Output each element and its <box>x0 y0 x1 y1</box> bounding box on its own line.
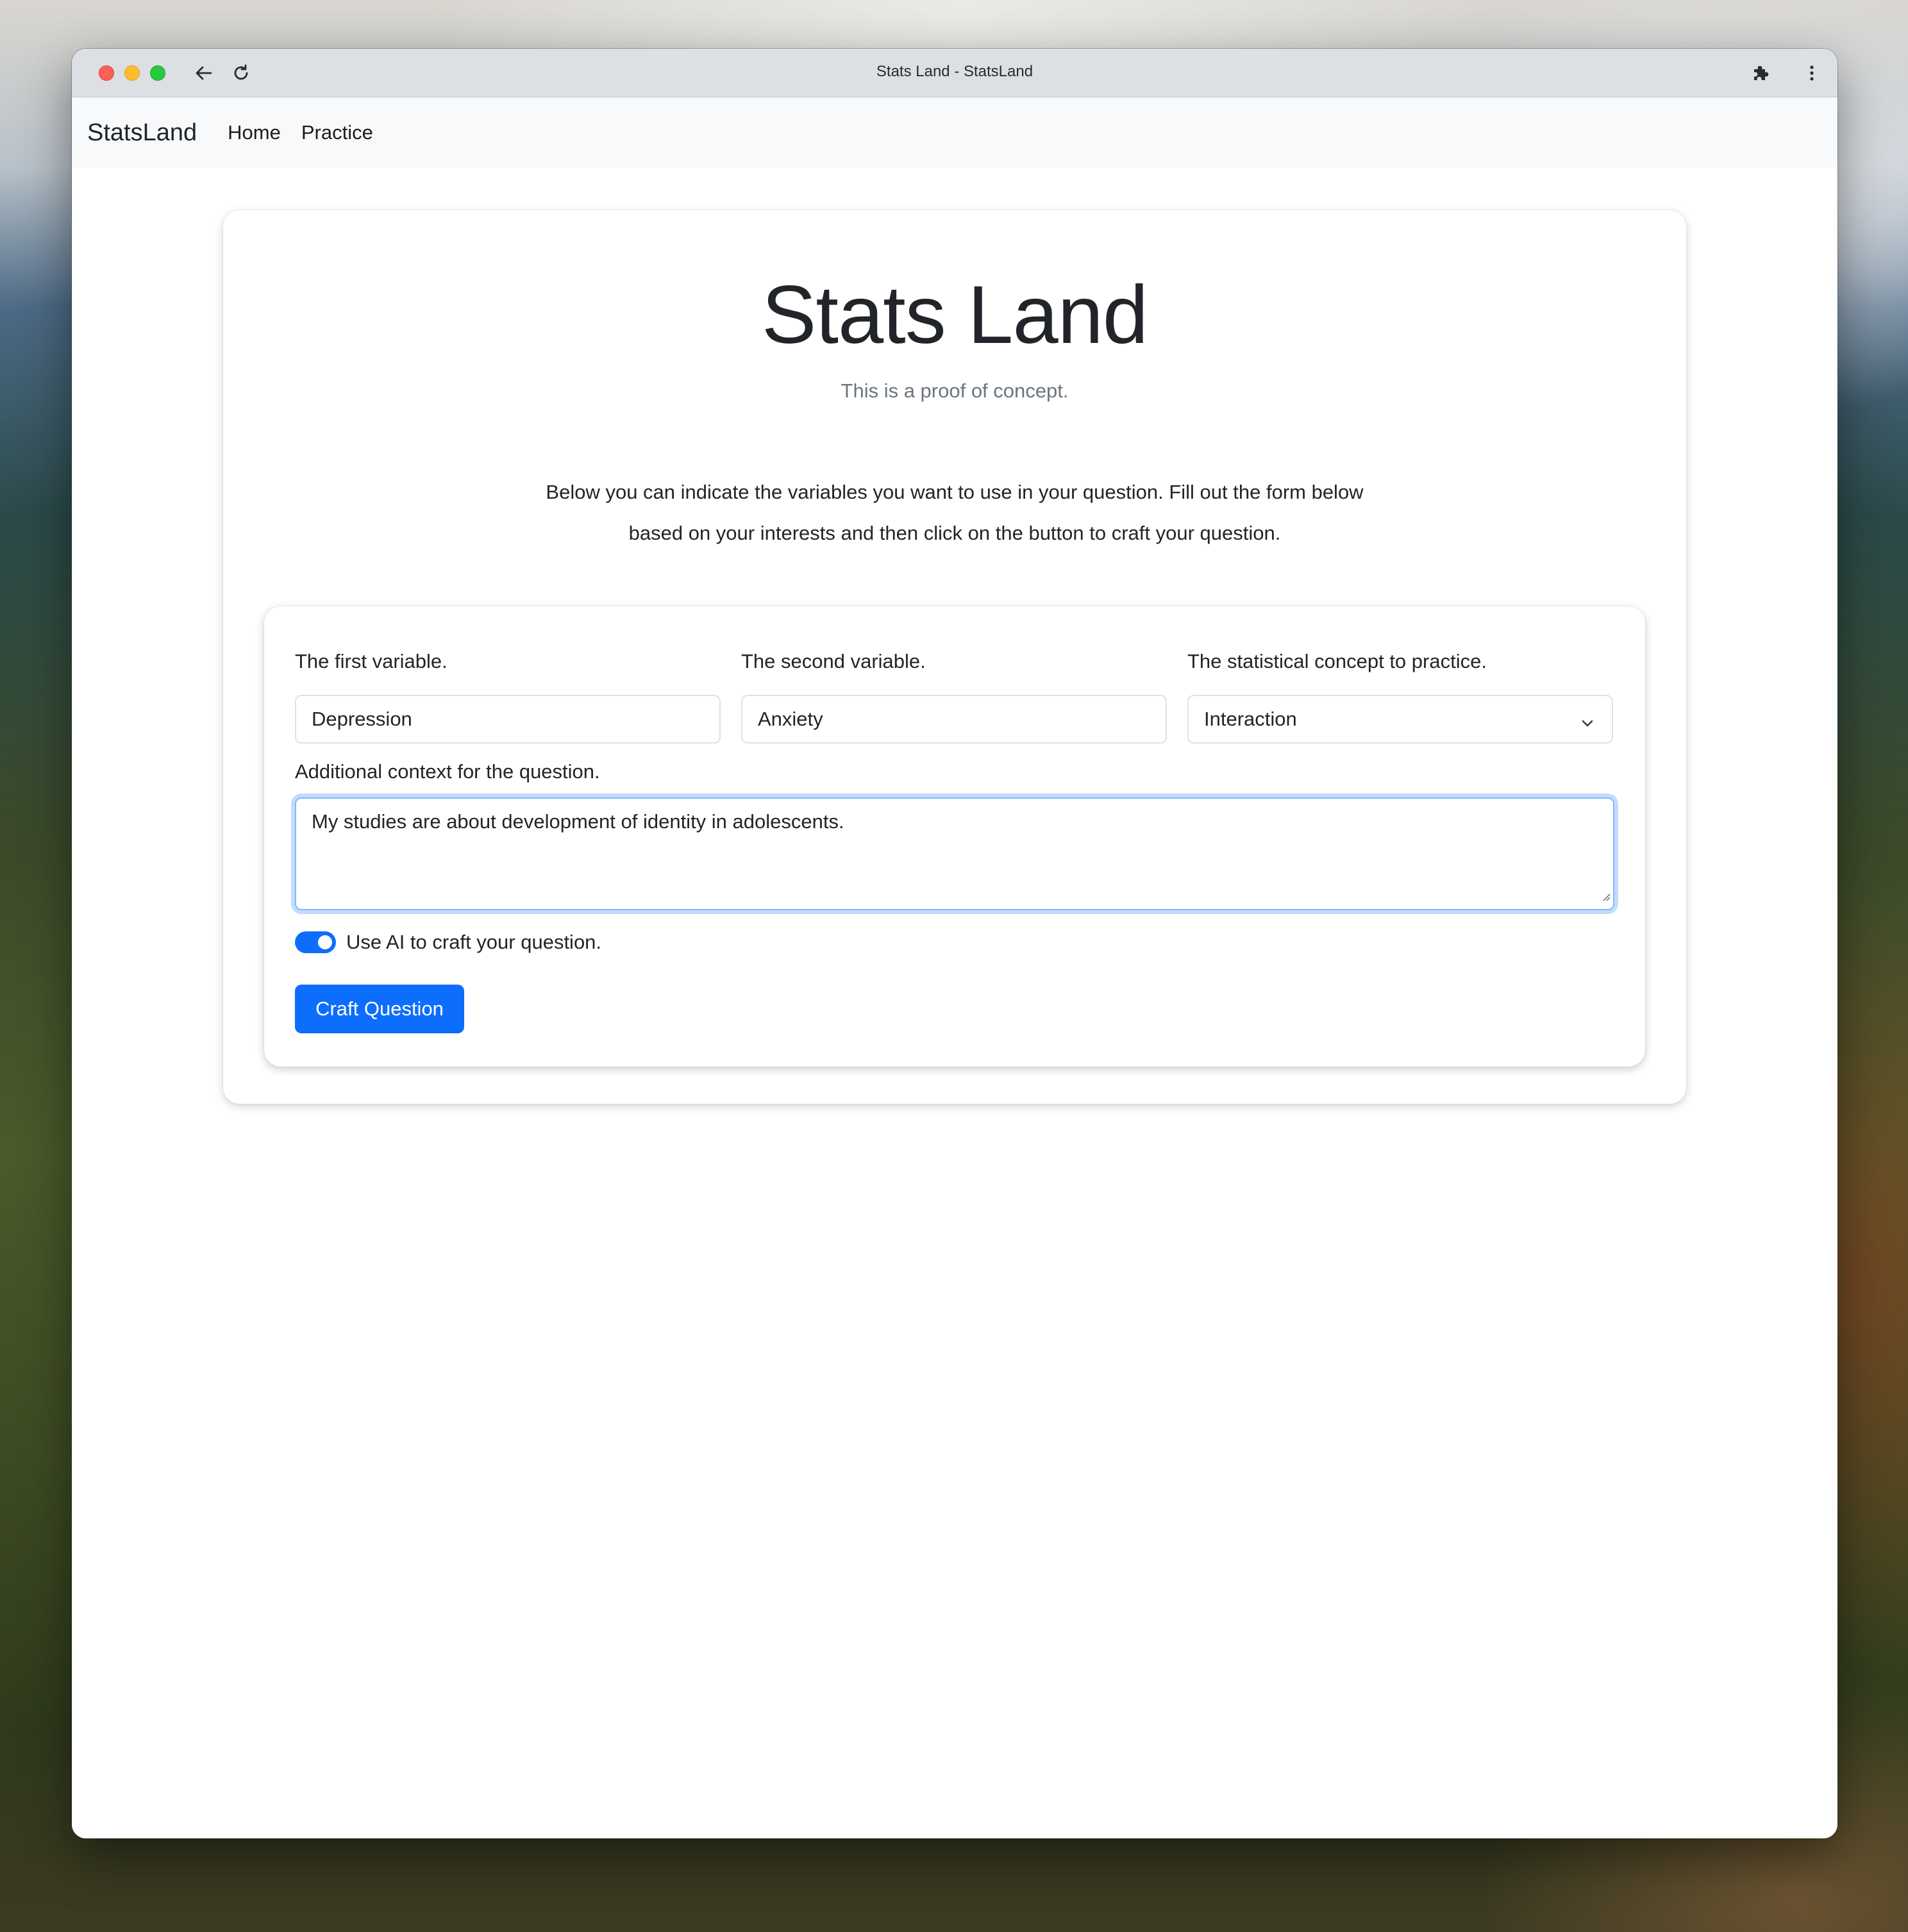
second-variable-label: The second variable. <box>741 650 926 672</box>
intro-line-1: Below you can indicate the variables you… <box>546 481 1364 503</box>
toggle-knob <box>318 935 332 949</box>
question-form: The first variable. Depression The secon… <box>264 606 1645 1067</box>
ai-toggle-switch[interactable] <box>295 931 336 953</box>
intro-text: Below you can indicate the variables you… <box>492 472 1417 554</box>
navbar-brand[interactable]: StatsLand <box>87 119 197 147</box>
chevron-down-icon <box>1580 713 1595 736</box>
ai-toggle-row: Use AI to craft your question. <box>295 931 601 954</box>
context-textarea[interactable]: My studies are about development of iden… <box>295 797 1614 910</box>
craft-question-button[interactable]: Craft Question <box>295 985 464 1033</box>
second-variable-group: The second variable. Anxiety <box>741 650 1167 744</box>
browser-window: Stats Land - StatsLand StatsLand Home Pr… <box>72 49 1837 1838</box>
first-variable-label: The first variable. <box>295 650 448 672</box>
nav-link-home[interactable]: Home <box>228 121 281 144</box>
concept-select[interactable]: Interaction <box>1187 695 1613 744</box>
first-variable-group: The first variable. Depression <box>295 650 721 744</box>
kebab-menu-icon[interactable] <box>1799 60 1825 86</box>
concept-select-value: Interaction <box>1204 708 1297 730</box>
intro-line-2: based on your interests and then click o… <box>628 522 1281 544</box>
resize-grip-icon[interactable] <box>1600 883 1611 906</box>
window-title: Stats Land - StatsLand <box>876 63 1034 80</box>
concept-group: The statistical concept to practice. Int… <box>1187 650 1613 744</box>
context-textarea-value: My studies are about development of iden… <box>312 810 844 833</box>
browser-titlebar: Stats Land - StatsLand <box>72 49 1837 97</box>
page-title: Stats Land <box>762 269 1148 361</box>
concept-label: The statistical concept to practice. <box>1187 650 1487 672</box>
second-variable-input[interactable]: Anxiety <box>741 695 1167 744</box>
page-subtitle: This is a proof of concept. <box>841 379 1069 402</box>
context-label: Additional context for the question. <box>295 760 600 783</box>
first-variable-input[interactable]: Depression <box>295 695 721 744</box>
ai-toggle-label[interactable]: Use AI to craft your question. <box>346 931 601 954</box>
extensions-puzzle-icon[interactable] <box>1748 60 1773 86</box>
main-card: Stats Land This is a proof of concept. B… <box>223 210 1686 1104</box>
page-content: Stats Land This is a proof of concept. B… <box>72 168 1837 1838</box>
site-navbar: StatsLand Home Practice <box>72 97 1837 168</box>
nav-link-practice[interactable]: Practice <box>301 121 373 144</box>
